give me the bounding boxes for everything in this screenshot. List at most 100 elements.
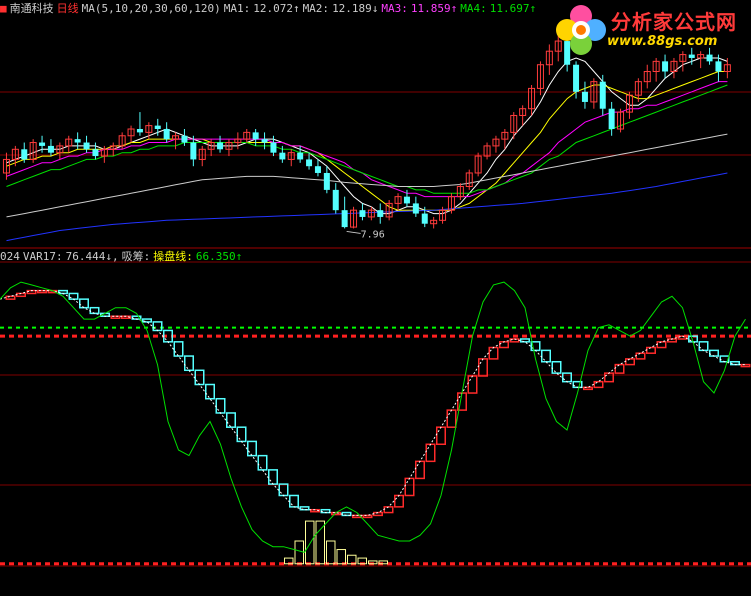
caopan-box (79, 298, 89, 309)
price-header: ■ 南通科技 日线 MA(5,10,20,30,60,120) MA1: 12.072↑ M… (0, 2, 539, 15)
caopan-box (173, 341, 184, 357)
caopan-label: 操盘线: (153, 250, 193, 263)
xichou-bar (294, 540, 304, 565)
caopan-box (698, 341, 709, 352)
candle-body-down (332, 189, 339, 211)
caopan-box (436, 426, 446, 446)
caopan-box (383, 506, 394, 514)
caopan-box (68, 292, 79, 300)
candle-body-down (252, 132, 259, 140)
candle-body-down (599, 81, 606, 109)
var17-line (0, 281, 746, 553)
caopan-box (625, 358, 635, 366)
ma2-label: MA2: (302, 2, 330, 15)
var17-label: VAR17: (22, 250, 63, 263)
candle-body-down (217, 142, 224, 150)
candle-body-down (323, 172, 330, 190)
caopan-box (425, 443, 436, 463)
candle-body-down (573, 64, 580, 92)
caopan-box (740, 363, 751, 368)
caopan-box (562, 372, 572, 383)
xichou-label: 吸筹: (121, 250, 151, 263)
candle-body-down (74, 139, 81, 143)
ma2-value: 12.189↓ (332, 2, 379, 15)
caopan-box (289, 494, 299, 508)
candle-body-down (154, 125, 161, 129)
price-panel: 7.96 (2, 30, 731, 242)
watermark-logo: 分析家公式网 www.88gs.com (553, 2, 749, 58)
caopan-box (236, 426, 247, 443)
caopan-box (184, 355, 194, 372)
caopan-box (268, 469, 278, 485)
candle-body-down (421, 213, 428, 224)
caopan-box (415, 460, 425, 480)
caopan-box (709, 349, 719, 357)
indicator-prefix: 024 (0, 250, 20, 263)
candle-body-down (181, 135, 188, 143)
caopan-box (394, 494, 404, 508)
ma4-label: MA4: (460, 2, 487, 15)
candle-body-down (341, 210, 348, 228)
ma-line-ma4 (6, 84, 728, 194)
low-annotation-label: 7.96 (361, 229, 385, 240)
caopan-box (89, 306, 100, 315)
caopan-box (257, 454, 268, 471)
caopan-line (0, 290, 746, 516)
low-annotation-arrow (346, 230, 361, 234)
caopan-box (205, 383, 215, 400)
candle-body-down (261, 139, 268, 143)
candle-body-down (403, 196, 410, 204)
caopan-box (593, 380, 604, 389)
caopan-box (614, 363, 625, 374)
candle-body-down (39, 142, 46, 146)
caopan-box (226, 412, 236, 428)
caopan-box (467, 375, 478, 394)
ma3-value: 11.859↑ (410, 2, 458, 15)
caopan-box (478, 358, 488, 377)
candle-body-down (608, 108, 615, 129)
candle-body-down (21, 149, 28, 160)
xichou-bar (305, 520, 315, 565)
candle-body-down (270, 142, 277, 153)
ma1-label: MA1: (223, 2, 251, 15)
xichou-bar (315, 520, 325, 565)
candle-body-down (92, 149, 99, 157)
caopan-box (247, 440, 257, 457)
watermark-name: 分析家公式网 (611, 10, 737, 34)
caopan-box (152, 321, 163, 332)
stock-marker-icon: ■ (0, 2, 7, 15)
caopan-box (5, 295, 16, 300)
ma1-value: 12.072↑ (253, 2, 300, 15)
ma-line-ma3 (6, 81, 728, 198)
watermark-url: www.88gs.com (607, 34, 718, 49)
caopan-box (520, 338, 530, 343)
xichou-bar (326, 540, 336, 565)
caopan-box (194, 369, 205, 386)
candle-body-down (306, 159, 313, 167)
caopan-box (488, 346, 499, 360)
candle-body-down (279, 152, 286, 160)
xichou-bar (336, 549, 346, 565)
candle-body-down (581, 91, 588, 102)
ma3-label: MA3: (381, 2, 408, 15)
caopan-box (551, 360, 562, 374)
candle-body-down (377, 210, 384, 217)
indicator-header: 024 VAR17: 76.444↓, 吸筹: 操盘线: 66.350↑ (0, 250, 245, 263)
caopan-box (446, 409, 457, 428)
candle-body-down (136, 129, 143, 133)
indicator-panel (0, 281, 751, 566)
candle-body-down (83, 142, 90, 150)
period-label[interactable]: 日线 (57, 2, 79, 15)
caopan-box (646, 346, 656, 354)
caopan-box (541, 349, 551, 363)
candle-body-down (662, 61, 669, 72)
candle-body-down (314, 166, 321, 173)
gridlines (0, 91, 751, 567)
candle-body-down (359, 210, 366, 217)
var17-value: 76.444↓, (65, 250, 119, 263)
candle-body-down (715, 61, 722, 72)
chart-canvas: 7.96 (0, 30, 751, 567)
caopan-box (635, 352, 646, 360)
stock-name: 南通科技 (9, 2, 54, 15)
ma-line-ma5 (6, 133, 728, 218)
